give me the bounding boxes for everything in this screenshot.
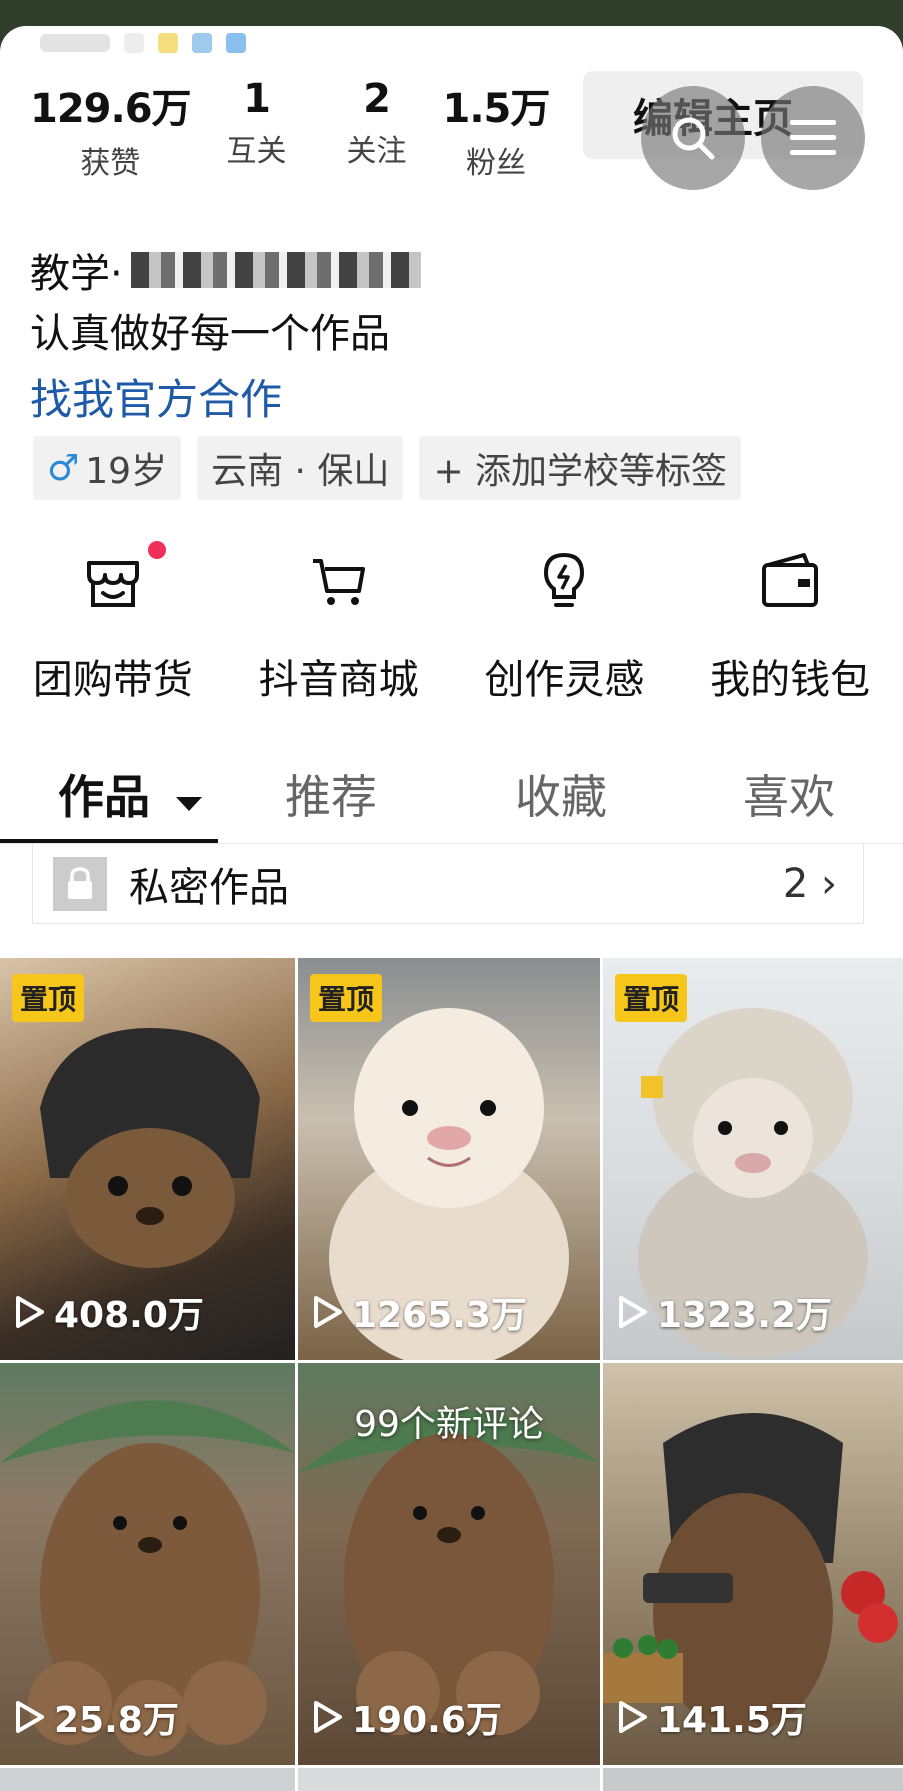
view-count: 25.8万 [10, 1691, 179, 1743]
stat-value: 1.5万 [442, 86, 551, 132]
stat-value: 129.6万 [30, 86, 192, 132]
video-thumbnail[interactable]: 25.8万 [0, 1363, 295, 1765]
tool-label: 我的钱包 [710, 657, 871, 703]
wallet-icon [690, 541, 890, 621]
play-icon [314, 1296, 342, 1328]
video-thumbnail[interactable] [0, 1768, 295, 1791]
play-icon [16, 1296, 44, 1328]
view-count-text: 141.5万 [657, 1700, 807, 1741]
private-works-label: 私密作品 [129, 864, 289, 911]
content-tabs: 作品 推荐 收藏 喜欢 [0, 761, 903, 844]
tag-age-text: 19岁 [85, 451, 168, 492]
view-count-text: 25.8万 [54, 1700, 179, 1741]
tab-works[interactable]: 作品 [58, 761, 203, 827]
tab-favorites[interactable]: 收藏 [515, 761, 607, 827]
tab-likes[interactable]: 喜欢 [743, 761, 835, 827]
tool-label: 创作灵感 [484, 657, 645, 703]
video-thumbnail[interactable]: 99个新评论 190.6万 [298, 1363, 600, 1765]
lock-icon [53, 856, 107, 911]
tool-label: 抖音商城 [258, 657, 419, 703]
tag-age: ♂ 19岁 [33, 436, 182, 500]
video-thumbnail[interactable]: 置顶 1265.3万 [298, 958, 600, 1360]
profile-tags: ♂ 19岁 云南 · 保山 + 添加学校等标签 [33, 436, 742, 500]
video-thumbnail[interactable]: 141.5万 [603, 1363, 903, 1765]
play-icon [619, 1701, 647, 1733]
video-thumbnail[interactable]: 置顶 408.0万 [0, 958, 295, 1360]
bio-name-text: 教学· [30, 251, 123, 297]
private-works-row[interactable]: 私密作品 2 › [32, 844, 864, 924]
private-works-count: 2 › [782, 860, 837, 907]
browser-icon [192, 33, 212, 53]
stat-following[interactable]: 2 关注 [347, 76, 407, 182]
bio-description: 认真做好每一个作品 [30, 311, 390, 357]
dropdown-icon [176, 797, 203, 811]
play-icon [314, 1701, 342, 1733]
tab-recommend[interactable]: 推荐 [285, 761, 377, 827]
business-link[interactable]: 找我官方合作 [30, 366, 282, 427]
search-button[interactable] [641, 86, 745, 190]
video-thumbnail[interactable] [603, 1768, 903, 1791]
new-comments-label: 99个新评论 [354, 1404, 544, 1445]
stat-value: 2 [363, 76, 391, 122]
cloud-drive-icon [226, 33, 246, 53]
tool-label: 团购带货 [32, 657, 193, 703]
stat-label: 关注 [346, 134, 407, 169]
add-tag-button[interactable]: + 添加学校等标签 [419, 436, 742, 500]
profile-page: 129.6万 获赞 1 互关 2 关注 1.5万 粉丝 编辑主页 教学· [0, 26, 903, 1791]
menu-icon [790, 120, 836, 155]
notification-icon [158, 33, 178, 53]
view-count-text: 1265.3万 [352, 1295, 527, 1336]
shop-icon [13, 541, 213, 621]
tool-inspiration[interactable]: 创作灵感 [464, 541, 664, 705]
male-icon: ♂ [47, 447, 80, 489]
stat-followers[interactable]: 1.5万 粉丝 [442, 76, 551, 182]
status-time [40, 34, 110, 52]
view-count-text: 408.0万 [54, 1295, 204, 1336]
tag-location: 云南 · 保山 [197, 436, 404, 500]
view-count: 1323.2万 [613, 1286, 832, 1338]
stat-likes[interactable]: 129.6万 获赞 [30, 76, 192, 182]
video-thumbnail[interactable]: 置顶 1323.2万 [603, 958, 903, 1360]
stat-value: 1 [243, 76, 271, 122]
stat-label: 互关 [226, 134, 287, 169]
search-icon [672, 117, 715, 160]
tools-row: 团购带货 抖音商城 创作灵感 我的钱包 [0, 541, 903, 705]
stats-row: 129.6万 获赞 1 互关 2 关注 1.5万 粉丝 [30, 76, 585, 182]
stat-label: 粉丝 [465, 146, 526, 181]
tab-label: 作品 [58, 770, 150, 824]
bio-name: 教学· [30, 241, 421, 299]
cart-icon [239, 541, 439, 621]
tool-wallet[interactable]: 我的钱包 [690, 541, 890, 705]
status-bar [40, 28, 246, 58]
video-thumbnail[interactable] [298, 1768, 600, 1791]
view-count: 190.6万 [308, 1691, 502, 1743]
pinned-badge: 置顶 [12, 974, 85, 1022]
tool-group-buying[interactable]: 团购带货 [13, 541, 213, 705]
view-count-text: 190.6万 [352, 1700, 502, 1741]
view-count-text: 1323.2万 [657, 1295, 832, 1336]
pinned-badge: 置顶 [310, 974, 383, 1022]
play-icon [619, 1296, 647, 1328]
view-count: 408.0万 [10, 1286, 204, 1338]
pinned-badge: 置顶 [615, 974, 688, 1022]
view-count: 1265.3万 [308, 1286, 527, 1338]
menu-button[interactable] [761, 86, 865, 190]
play-icon [16, 1701, 44, 1733]
stat-mutual[interactable]: 1 互关 [227, 76, 287, 182]
stat-label: 获赞 [80, 146, 141, 181]
view-count: 141.5万 [613, 1691, 807, 1743]
cloud-icon [124, 33, 144, 53]
redacted-text [130, 252, 421, 288]
bulb-icon [464, 541, 664, 621]
tool-douyin-mall[interactable]: 抖音商城 [239, 541, 439, 705]
notification-dot [147, 541, 166, 559]
